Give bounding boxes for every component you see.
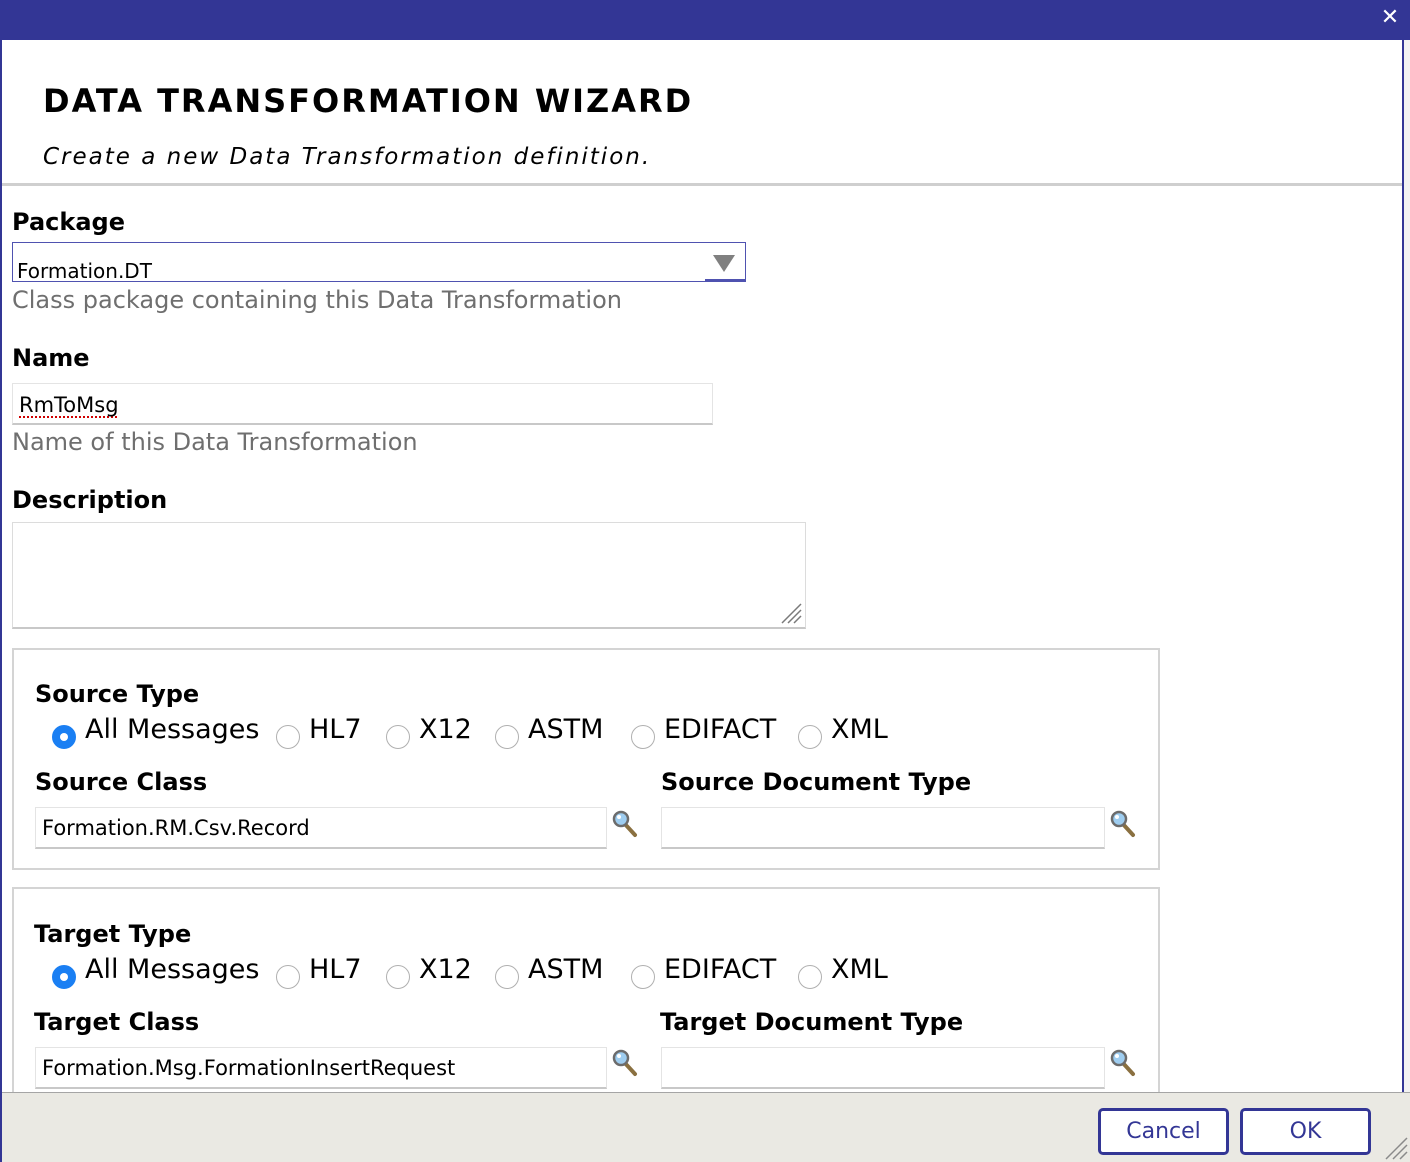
source-type-label: Source Type [35,680,200,708]
radio-checked-icon[interactable] [52,725,76,749]
radio-label: XML [831,714,888,745]
search-icon[interactable] [611,808,641,842]
radio-unchecked-icon[interactable] [631,725,655,749]
search-icon[interactable] [1109,808,1139,842]
radio-unchecked-icon[interactable] [386,965,410,989]
source-class-label: Source Class [35,768,208,796]
wizard-header: DATA TRANSFORMATION WIZARD Create a new … [2,40,1402,186]
radio-checked-icon[interactable] [52,965,76,989]
target-type-label: Target Type [34,920,192,948]
radio-unchecked-icon[interactable] [495,965,519,989]
cancel-button[interactable]: Cancel [1098,1108,1229,1155]
radio-label: EDIFACT [664,714,777,745]
radio-unchecked-icon[interactable] [276,965,300,989]
source-class-input[interactable]: Formation.RM.Csv.Record [35,807,607,849]
dialog-scroll-strip [1404,40,1410,1092]
target-class-value: Formation.Msg.FormationInsertRequest [42,1056,456,1080]
radio-unchecked-icon[interactable] [386,725,410,749]
target-doc-type-label: Target Document Type [660,1008,964,1036]
radio-unchecked-icon[interactable] [495,725,519,749]
name-label: Name [12,344,90,372]
wizard-subtitle: Create a new Data Transformation definit… [43,144,652,170]
radio-unchecked-icon[interactable] [276,725,300,749]
package-select-value: Formation.DT [17,259,152,283]
radio-label: All Messages [85,714,260,745]
target-class-label: Target Class [34,1008,200,1036]
target-doc-type-input[interactable] [661,1047,1105,1089]
source-doc-type-label: Source Document Type [661,768,972,796]
search-icon[interactable] [611,1047,641,1081]
radio-label: X12 [419,714,472,745]
target-class-input[interactable]: Formation.Msg.FormationInsertRequest [35,1047,607,1089]
resize-grip-icon[interactable] [1382,1134,1408,1160]
dialog-titlebar: ✕ [0,0,1410,40]
package-label: Package [12,208,125,236]
radio-label: All Messages [85,954,260,985]
package-hint: Class package containing this Data Trans… [12,286,622,314]
close-icon[interactable]: ✕ [1378,4,1402,32]
radio-label: HL7 [309,714,362,745]
radio-unchecked-icon[interactable] [631,965,655,989]
package-select[interactable]: Formation.DT [12,242,746,283]
chevron-down-icon[interactable] [705,243,745,281]
dialog-frame-right [1402,40,1404,1092]
dialog-footer: Cancel OK [2,1092,1410,1162]
name-input-value: RmToMsg [19,393,119,417]
radio-unchecked-icon[interactable] [798,725,822,749]
radio-label: HL7 [309,954,362,985]
description-label: Description [12,486,168,514]
ok-button[interactable]: OK [1240,1108,1371,1155]
source-fieldset: Source Type All Messages HL7 X12 ASTM ED… [12,648,1160,870]
radio-label: ASTM [528,714,604,745]
search-icon[interactable] [1109,1047,1139,1081]
source-doc-type-input[interactable] [661,807,1105,849]
name-input[interactable]: RmToMsg [12,383,713,425]
description-textarea[interactable] [12,522,806,629]
radio-label: XML [831,954,888,985]
radio-label: X12 [419,954,472,985]
radio-label: ASTM [528,954,604,985]
resize-grip-icon[interactable] [778,600,802,624]
name-hint: Name of this Data Transformation [12,428,418,456]
dialog-frame-left [0,40,2,1162]
wizard-title: DATA TRANSFORMATION WIZARD [43,82,694,120]
source-class-value: Formation.RM.Csv.Record [42,816,310,840]
radio-unchecked-icon[interactable] [798,965,822,989]
target-fieldset: Target Type All Messages HL7 X12 ASTM ED… [12,887,1160,1093]
radio-label: EDIFACT [664,954,777,985]
